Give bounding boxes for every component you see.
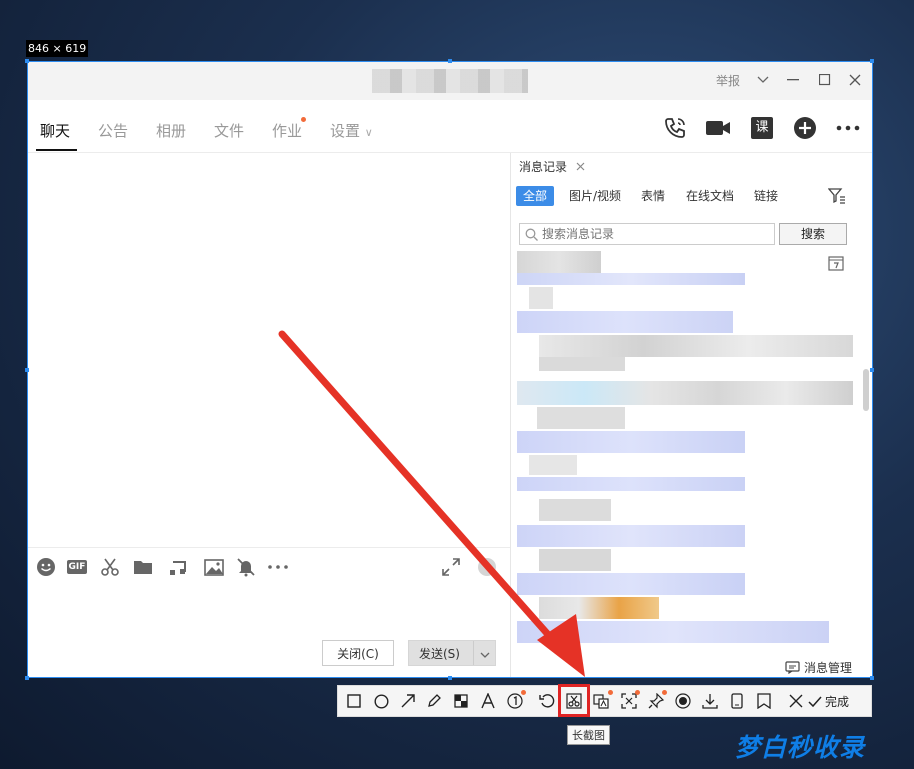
red-pointer-arrow bbox=[278, 330, 585, 677]
watermark: 梦白秒收录 bbox=[735, 733, 866, 762]
